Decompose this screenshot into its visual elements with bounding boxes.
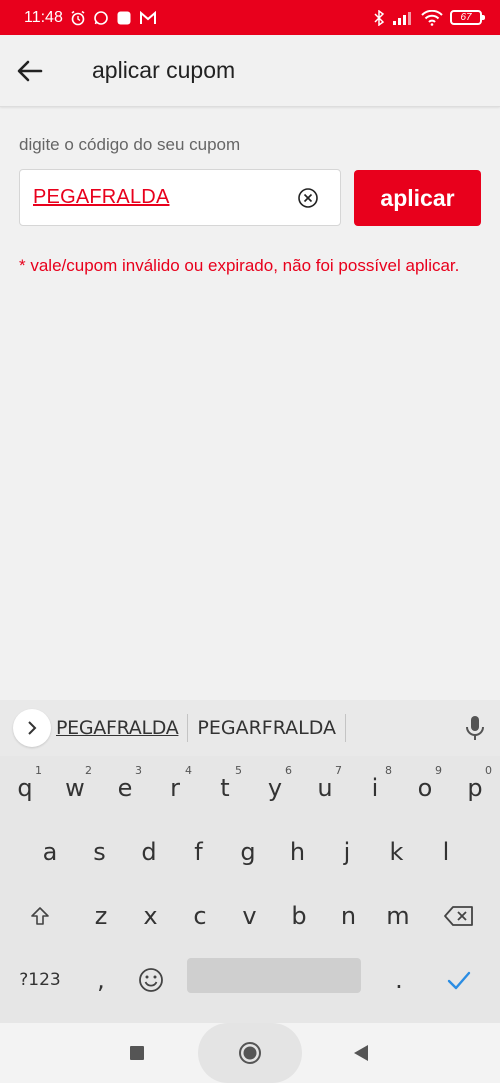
key-s[interactable]: s xyxy=(75,822,125,882)
backspace-icon xyxy=(444,906,473,926)
signal-icon xyxy=(392,11,414,25)
suggestion-item[interactable]: PEGAFRALDA xyxy=(47,717,187,739)
wifi-icon xyxy=(421,9,443,26)
key-e[interactable]: e3 xyxy=(100,758,150,818)
clear-input-button[interactable] xyxy=(288,178,328,218)
clear-circle-icon xyxy=(298,187,318,208)
key-label: t xyxy=(220,774,230,802)
checkmark-icon xyxy=(447,971,471,990)
key-l[interactable]: l xyxy=(421,822,471,882)
home-button[interactable] xyxy=(234,1037,266,1069)
battery-icon: 67 xyxy=(450,10,485,25)
comma-key[interactable]: , xyxy=(76,950,126,1010)
key-n[interactable]: n xyxy=(324,886,374,946)
key-label: r xyxy=(170,774,180,802)
error-message: * vale/cupom inválido ou expirado, não f… xyxy=(19,256,460,275)
key-u[interactable]: u7 xyxy=(300,758,350,818)
enter-key[interactable] xyxy=(434,950,484,1010)
suggestion-bar: PEGAFRALDA PEGARFRALDA xyxy=(0,700,500,756)
key-row-3: zxcvbnm xyxy=(0,886,500,946)
key-g[interactable]: g xyxy=(223,822,273,882)
key-number-hint: 9 xyxy=(435,764,442,777)
circle-home-icon xyxy=(239,1042,261,1064)
apply-coupon-button[interactable]: aplicar xyxy=(354,170,481,226)
key-number-hint: 4 xyxy=(185,764,192,777)
suggestion-divider xyxy=(345,714,347,742)
system-nav-bar xyxy=(0,1023,500,1083)
key-number-hint: 0 xyxy=(485,764,492,777)
key-label: u xyxy=(317,774,333,802)
key-label: o xyxy=(417,774,433,802)
key-c[interactable]: c xyxy=(175,886,225,946)
key-v[interactable]: v xyxy=(225,886,275,946)
coupon-hint-label: digite o código do seu cupom xyxy=(19,135,241,154)
key-row-2: asdfghjkl xyxy=(0,822,500,882)
key-w[interactable]: w2 xyxy=(50,758,100,818)
key-d[interactable]: d xyxy=(124,822,174,882)
smiley-icon xyxy=(139,968,163,992)
voice-input-button[interactable] xyxy=(464,714,486,747)
key-t[interactable]: t5 xyxy=(200,758,250,818)
key-label: y xyxy=(267,774,283,802)
key-number-hint: 3 xyxy=(135,764,142,777)
symbols-key[interactable]: ?123 xyxy=(14,950,66,1010)
back-nav-button[interactable] xyxy=(346,1038,376,1068)
key-b[interactable]: b xyxy=(274,886,324,946)
key-a[interactable]: a xyxy=(25,822,75,882)
app-square-icon xyxy=(116,10,132,26)
bluetooth-icon xyxy=(373,9,385,26)
key-row-1: q1w2e3r4t5y6u7i8o9p0 xyxy=(0,758,500,818)
key-x[interactable]: x xyxy=(126,886,176,946)
key-f[interactable]: f xyxy=(174,822,224,882)
period-key[interactable]: . xyxy=(374,950,424,1010)
key-z[interactable]: z xyxy=(76,886,126,946)
status-time: 11:48 xyxy=(24,8,63,26)
key-r[interactable]: r4 xyxy=(150,758,200,818)
soft-keyboard: PEGAFRALDA PEGARFRALDA q1w2e3r4t5y6u7i8o… xyxy=(0,700,500,1023)
square-icon xyxy=(130,1046,144,1060)
key-label: w xyxy=(65,774,85,802)
app-bar: aplicar cupom xyxy=(0,35,500,107)
backspace-key[interactable] xyxy=(434,886,484,946)
key-number-hint: 1 xyxy=(35,764,42,777)
microphone-icon xyxy=(466,716,484,740)
whatsapp-icon xyxy=(93,10,109,26)
emoji-key[interactable] xyxy=(126,950,176,1010)
key-number-hint: 2 xyxy=(85,764,92,777)
key-number-hint: 5 xyxy=(235,764,242,777)
key-label: e xyxy=(117,774,133,802)
chevron-right-icon xyxy=(28,721,37,735)
back-button[interactable] xyxy=(2,43,58,99)
coupon-input-value: PEGAFRALDA xyxy=(33,186,170,208)
key-h[interactable]: h xyxy=(273,822,323,882)
recents-button[interactable] xyxy=(122,1038,152,1068)
gmail-icon xyxy=(139,10,157,25)
key-o[interactable]: o9 xyxy=(400,758,450,818)
expand-suggestions-button[interactable] xyxy=(13,709,51,747)
status-bar: 11:48 67 xyxy=(0,0,500,35)
alarm-icon xyxy=(70,10,86,26)
key-k[interactable]: k xyxy=(372,822,422,882)
key-label: q xyxy=(17,774,33,802)
space-key[interactable] xyxy=(187,958,361,993)
key-p[interactable]: p0 xyxy=(450,758,500,818)
key-row-4: ?123 , . xyxy=(0,950,500,1010)
key-number-hint: 8 xyxy=(385,764,392,777)
key-number-hint: 6 xyxy=(285,764,292,777)
page-title: aplicar cupom xyxy=(92,57,236,83)
key-i[interactable]: i8 xyxy=(350,758,400,818)
key-m[interactable]: m xyxy=(373,886,423,946)
key-label: p xyxy=(467,774,483,802)
arrow-left-icon xyxy=(17,60,43,81)
key-y[interactable]: y6 xyxy=(250,758,300,818)
key-j[interactable]: j xyxy=(322,822,372,882)
key-label: i xyxy=(371,774,379,802)
key-number-hint: 7 xyxy=(335,764,342,777)
shift-key[interactable] xyxy=(15,886,65,946)
shift-arrow-icon xyxy=(31,907,49,925)
triangle-back-icon xyxy=(354,1045,368,1061)
key-q[interactable]: q1 xyxy=(0,758,50,818)
suggestion-item[interactable]: PEGARFRALDA xyxy=(188,717,345,739)
coupon-input[interactable]: PEGAFRALDA xyxy=(19,169,341,226)
